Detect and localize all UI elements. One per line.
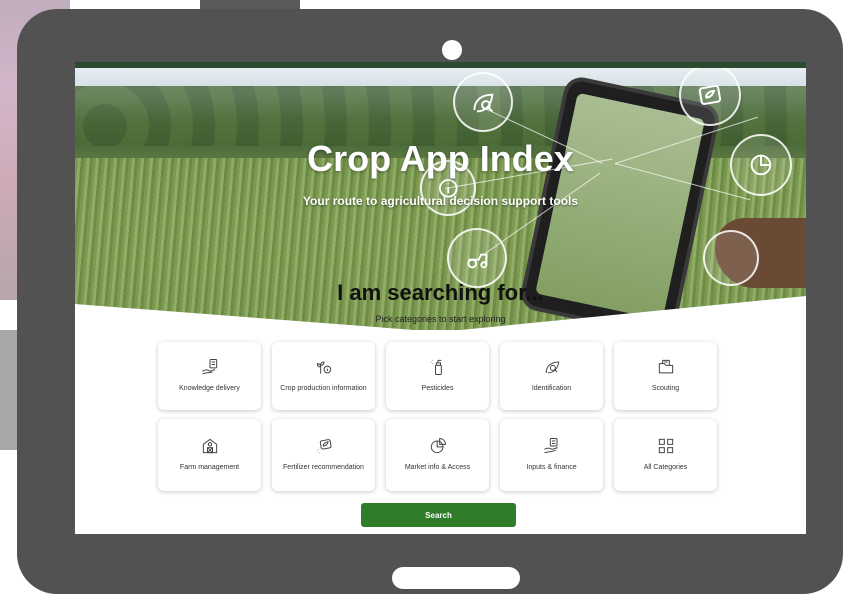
- category-card-knowledge-delivery[interactable]: Knowledge delivery: [158, 342, 261, 410]
- category-label: All Categories: [643, 464, 688, 472]
- category-card-crop-production[interactable]: Crop production information: [272, 342, 375, 410]
- leaf-search-icon: [545, 361, 559, 374]
- spray-bottle-icon: [430, 360, 442, 376]
- grid-icon: [658, 439, 673, 454]
- category-card-all-categories[interactable]: All Categories: [614, 419, 717, 491]
- search-button[interactable]: Search: [361, 503, 516, 527]
- category-label: Crop production information: [280, 385, 367, 393]
- tablet-screen: Crop App Index Your route to agricultura…: [75, 62, 806, 534]
- category-card-fertilizer[interactable]: Fertilizer recommendation: [272, 419, 375, 491]
- section-title: I am searching for...: [337, 280, 544, 305]
- category-card-farm-management[interactable]: Farm management: [158, 419, 261, 491]
- category-card-identification[interactable]: Identification: [500, 342, 603, 410]
- tablet-home-button[interactable]: [392, 567, 520, 589]
- plant-info-icon: [316, 361, 331, 375]
- soil-leaf-icon: [316, 439, 332, 454]
- category-grid: Knowledge delivery Crop production infor…: [158, 342, 718, 491]
- category-label: Identification: [531, 385, 572, 393]
- pie-chart-icon: [430, 438, 446, 454]
- category-label: Knowledge delivery: [179, 385, 240, 393]
- hand-document-icon: [201, 359, 217, 375]
- tablet-camera: [442, 40, 462, 60]
- category-card-pesticides[interactable]: Pesticides: [386, 342, 489, 410]
- section-subtitle: Pick categories to start exploring: [375, 314, 506, 324]
- category-label: Fertilizer recommendation: [283, 464, 364, 472]
- category-label: Market info & Access: [404, 464, 471, 472]
- category-label: Scouting: [651, 385, 680, 393]
- category-card-market-info[interactable]: Market info & Access: [386, 419, 489, 491]
- category-card-inputs-finance[interactable]: Inputs & finance: [500, 419, 603, 491]
- category-label: Pesticides: [421, 385, 454, 393]
- category-label: Inputs & finance: [526, 464, 577, 472]
- hero-subtitle: Your route to agricultural decision supp…: [302, 194, 579, 208]
- category-label: Farm management: [179, 464, 240, 472]
- leaf-search-circle-icon: [453, 72, 513, 132]
- folder-icon: [658, 360, 673, 374]
- barn-icon: [202, 439, 217, 454]
- category-card-scouting[interactable]: Scouting: [614, 342, 717, 410]
- hero-title: Crop App Index: [307, 138, 574, 179]
- hand-list-icon: [543, 438, 558, 454]
